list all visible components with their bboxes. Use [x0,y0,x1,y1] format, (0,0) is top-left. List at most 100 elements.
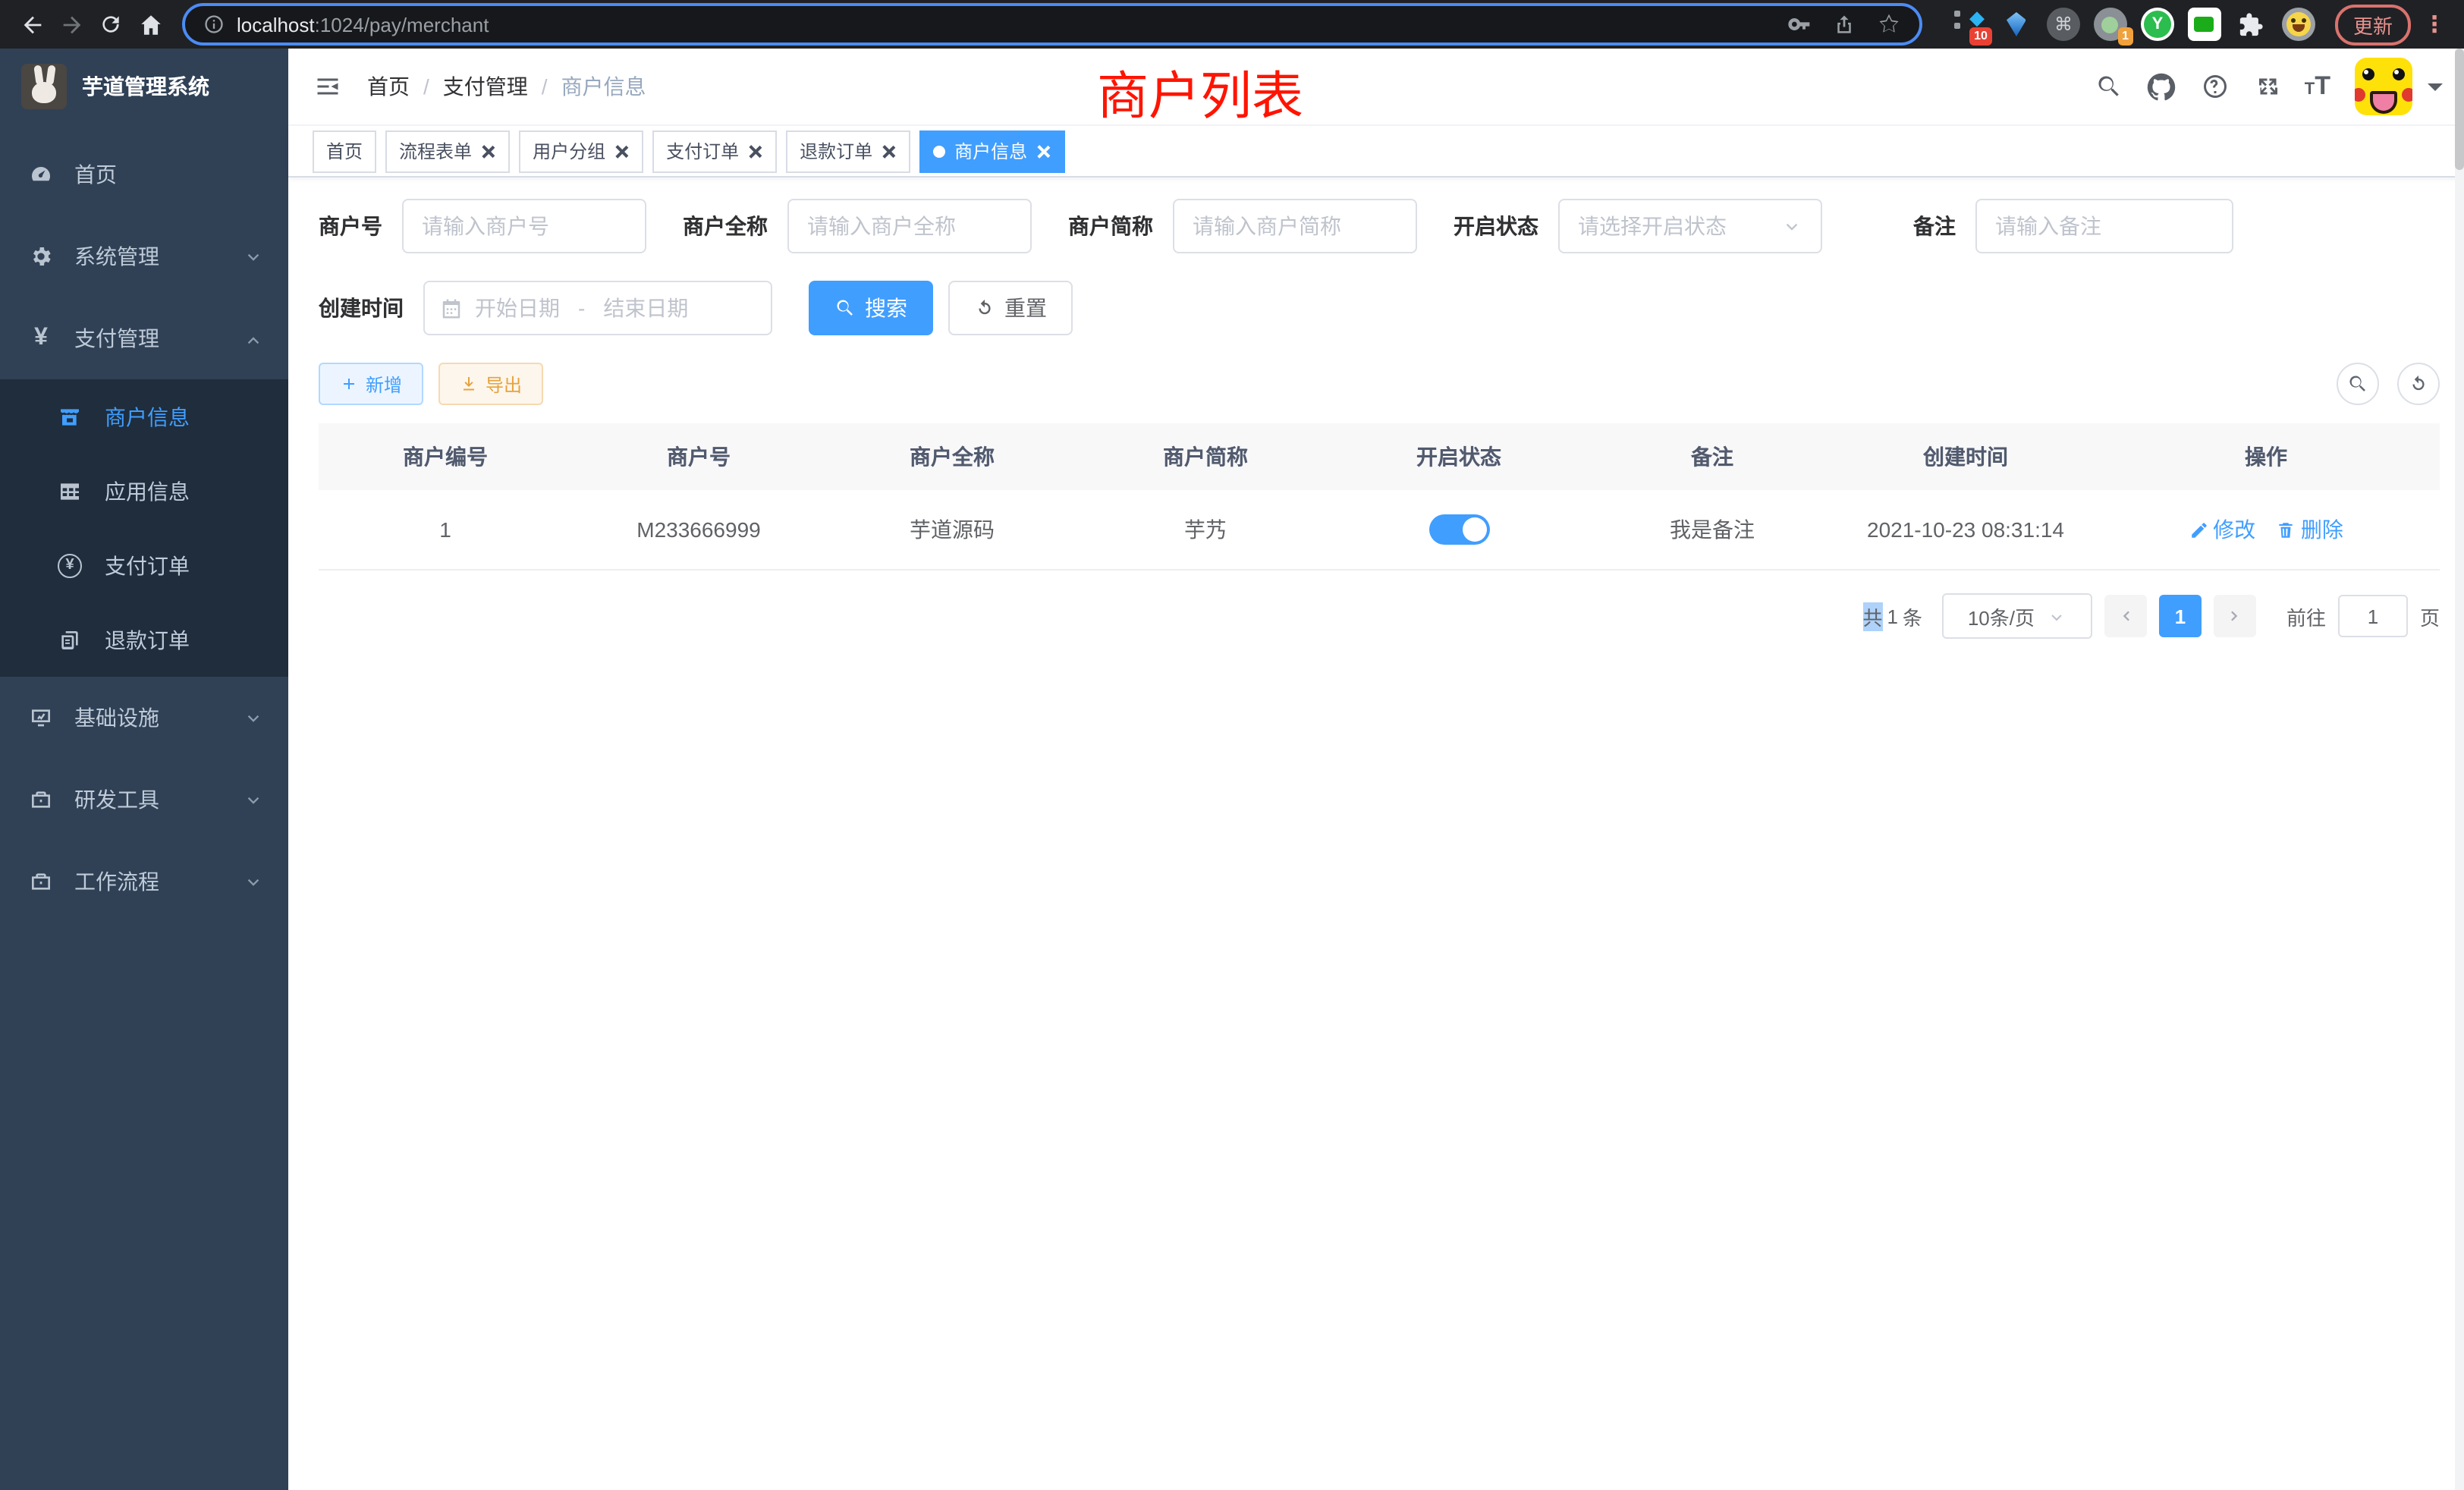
tab-refund-order[interactable]: 退款订单 [786,130,910,172]
edit-link[interactable]: 修改 [2189,514,2255,545]
show-search-button[interactable] [2337,363,2379,405]
delete-link[interactable]: 删除 [2277,514,2343,545]
github-icon[interactable] [2145,70,2179,103]
help-icon[interactable] [2198,70,2232,103]
pagination-goto: 前往 页 [2286,595,2440,637]
extension-command-icon[interactable]: ⌘ [2045,6,2082,42]
active-dot [933,145,945,157]
address-bar[interactable]: localhost:1024/pay/merchant [182,3,1922,46]
add-button[interactable]: 新增 [319,363,423,405]
short-name-input[interactable] [1173,199,1417,253]
sidebar-item-workflow[interactable]: 工作流程 [0,841,288,923]
sidebar-logo-row[interactable]: 芋道管理系统 [0,49,288,124]
close-icon[interactable] [1036,143,1051,159]
search-button[interactable]: 搜索 [809,281,933,335]
top-navbar: 首页 / 支付管理 / 商户信息 商户列表 TT [288,49,2464,126]
chevron-left-icon [2123,611,2129,621]
sidebar-collapse-button[interactable] [313,71,343,102]
page-scrollbar[interactable] [2455,49,2464,1490]
status-label: 开启状态 [1454,211,1538,241]
export-button[interactable]: 导出 [438,363,543,405]
total-prefix: 共 [1862,602,1882,630]
avatar-caret-icon[interactable] [2428,83,2443,98]
filter-row-1: 商户号 商户全称 商户简称 开启状态 请选择开启状态 [319,199,2440,253]
col-header-merchant-id: 商户编号 [319,423,572,490]
table-row: 1 M233666999 芋道源码 芋艿 我是备注 2021-10-23 08:… [319,490,2440,571]
sidebar-item-app-info[interactable]: 应用信息 [0,454,288,528]
page-size-select[interactable]: 10条/页 [1942,593,2092,639]
tab-merchant-info[interactable]: 商户信息 [919,130,1065,172]
header-search-icon[interactable] [2092,70,2126,103]
documents-icon [58,627,82,652]
status-toggle[interactable] [1428,514,1489,545]
tab-user-group[interactable]: 用户分组 [519,130,643,172]
sidebar-menu: 首页 系统管理 ¥ 支付管理 商户信息 [0,134,288,923]
sidebar-item-home[interactable]: 首页 [0,134,288,215]
sidebar-item-merchant-info[interactable]: 商户信息 [0,379,288,454]
remark-label: 备注 [1913,211,1956,241]
browser-home-button[interactable] [130,5,170,44]
user-avatar[interactable] [2355,58,2412,115]
prev-page-button[interactable] [2104,595,2147,637]
share-icon[interactable] [1833,13,1856,36]
main-area: 首页 / 支付管理 / 商户信息 商户列表 TT [288,49,2464,1490]
bookmark-star-icon[interactable] [1877,12,1901,36]
close-icon[interactable] [481,143,496,159]
extension-tiles-icon[interactable]: ◆ 10 [1951,6,1988,42]
remark-input[interactable] [1975,199,2233,253]
breadcrumb: 首页 / 支付管理 / 商户信息 [367,71,646,102]
refresh-table-button[interactable] [2397,363,2440,405]
breadcrumb-home[interactable]: 首页 [367,71,410,102]
password-key-icon[interactable] [1787,12,1812,36]
sidebar-submenu-payment: 商户信息 应用信息 ¥ 支付订单 退款订单 [0,379,288,677]
reset-button[interactable]: 重置 [948,281,1073,335]
close-icon[interactable] [614,143,630,159]
next-page-button[interactable] [2214,595,2256,637]
browser-menu-icon[interactable]: ⋮ [2423,11,2446,38]
font-size-icon[interactable]: TT [2305,73,2330,100]
forward-arrow-icon [63,16,80,33]
site-info-icon[interactable] [203,14,225,35]
table-tools [2318,363,2440,405]
close-icon[interactable] [882,143,897,159]
chrome-update-button[interactable]: 更新 [2335,4,2411,45]
col-header-short-name: 商户简称 [1079,423,1332,490]
browser-back-button[interactable] [12,5,52,44]
extension-chat-icon[interactable] [2186,6,2223,42]
home-icon [140,14,160,34]
sidebar-item-dev-tools[interactable]: 研发工具 [0,759,288,841]
extensions-puzzle-icon[interactable] [2233,6,2270,42]
red-annotation-text: 商户列表 [1097,55,1303,129]
tab-process-form[interactable]: 流程表单 [385,130,510,172]
reload-icon [102,16,118,32]
merchant-no-input[interactable] [402,199,646,253]
fullscreen-icon[interactable] [2252,70,2285,103]
sidebar-item-system[interactable]: 系统管理 [0,215,288,297]
sidebar-item-payment[interactable]: ¥ 支付管理 [0,297,288,379]
browser-reload-button[interactable] [91,5,130,44]
breadcrumb-payment[interactable]: 支付管理 [443,71,528,102]
sidebar-item-infrastructure[interactable]: 基础设施 [0,677,288,759]
page-number-1[interactable]: 1 [2159,595,2202,637]
close-icon[interactable] [748,143,763,159]
sidebar-item-pay-order[interactable]: ¥ 支付订单 [0,528,288,602]
goto-page-input[interactable] [2338,595,2408,637]
extension-gem-icon[interactable] [1998,6,2035,42]
date-range-picker[interactable]: 开始日期 - 结束日期 [423,281,772,335]
full-name-input[interactable] [787,199,1032,253]
breadcrumb-separator: / [542,74,548,99]
filter-short-name: 商户简称 [1068,199,1417,253]
status-select[interactable]: 请选择开启状态 [1558,199,1822,253]
profile-avatar-emoji[interactable] [2280,6,2317,42]
extension-profile-icon[interactable]: 1 [2092,6,2129,42]
sidebar-item-refund-order[interactable]: 退款订单 [0,602,288,677]
sidebar: 芋道管理系统 首页 系统管理 ¥ 支付管理 [0,49,288,1490]
app-title: 芋道管理系统 [82,71,209,102]
extension-y-icon[interactable]: Y [2139,6,2176,42]
browser-forward-button[interactable] [52,5,91,44]
total-count: 1 [1887,605,1897,627]
end-date-placeholder: 结束日期 [603,293,688,323]
merchant-table: 商户编号 商户号 商户全称 商户简称 开启状态 备注 创建时间 操作 1 M23… [319,423,2440,571]
tab-home[interactable]: 首页 [313,130,376,172]
tab-pay-order[interactable]: 支付订单 [652,130,777,172]
